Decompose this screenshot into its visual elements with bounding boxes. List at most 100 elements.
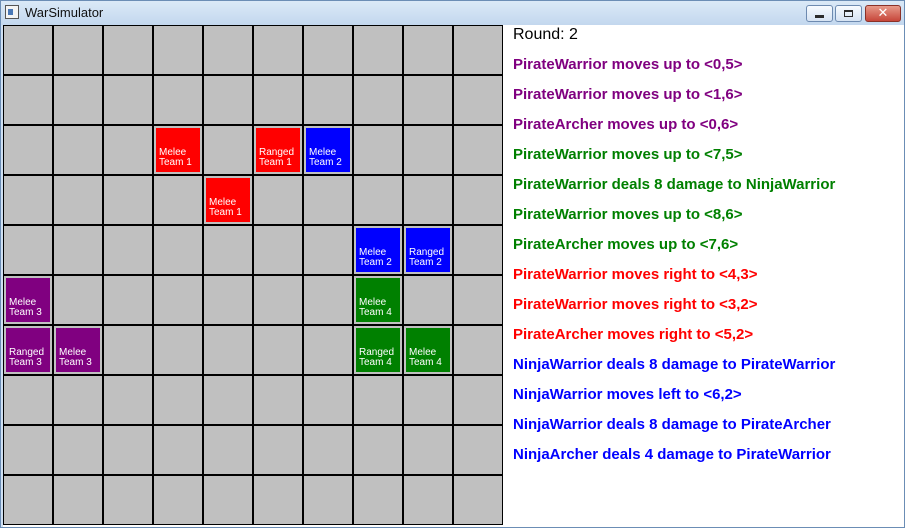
board-cell[interactable]	[154, 26, 202, 74]
board-cell[interactable]	[204, 476, 252, 524]
board-cell[interactable]	[54, 176, 102, 224]
minimize-button[interactable]	[806, 5, 833, 22]
board-cell[interactable]	[454, 376, 502, 424]
board-cell[interactable]	[104, 426, 152, 474]
board-cell[interactable]	[354, 426, 402, 474]
board-cell[interactable]	[54, 376, 102, 424]
board-cell[interactable]	[454, 226, 502, 274]
board-cell[interactable]	[204, 226, 252, 274]
board-cell[interactable]	[304, 476, 352, 524]
board-cell[interactable]	[354, 376, 402, 424]
board-cell[interactable]	[254, 76, 302, 124]
board-cell[interactable]	[4, 376, 52, 424]
board-cell[interactable]	[204, 276, 252, 324]
unit-tile[interactable]: Melee Team 2	[356, 228, 400, 272]
board-cell[interactable]	[404, 276, 452, 324]
board-cell[interactable]	[154, 76, 202, 124]
board-cell[interactable]	[254, 26, 302, 74]
board-cell[interactable]	[304, 426, 352, 474]
board-cell[interactable]	[304, 326, 352, 374]
board-cell[interactable]	[104, 326, 152, 374]
board-cell[interactable]	[4, 76, 52, 124]
board-cell[interactable]	[454, 176, 502, 224]
board-cell[interactable]	[154, 476, 202, 524]
board-cell[interactable]	[54, 476, 102, 524]
maximize-button[interactable]	[835, 5, 862, 22]
board-cell[interactable]	[54, 76, 102, 124]
board-cell[interactable]	[4, 476, 52, 524]
board-cell[interactable]	[4, 26, 52, 74]
board-cell[interactable]	[154, 326, 202, 374]
board-cell[interactable]	[104, 226, 152, 274]
board-cell[interactable]	[354, 476, 402, 524]
board-cell[interactable]	[404, 476, 452, 524]
board-cell[interactable]	[104, 476, 152, 524]
board-cell[interactable]	[304, 226, 352, 274]
board-cell[interactable]	[154, 426, 202, 474]
board-cell[interactable]	[154, 176, 202, 224]
app-icon[interactable]	[5, 5, 19, 19]
board-cell[interactable]	[454, 26, 502, 74]
board-cell[interactable]	[254, 276, 302, 324]
board-cell[interactable]	[454, 76, 502, 124]
board-cell[interactable]	[204, 426, 252, 474]
board-cell[interactable]	[404, 376, 452, 424]
board-cell[interactable]	[454, 476, 502, 524]
board-cell[interactable]	[454, 276, 502, 324]
board-cell[interactable]	[354, 26, 402, 74]
board-cell[interactable]	[354, 176, 402, 224]
board-cell[interactable]	[154, 376, 202, 424]
unit-tile[interactable]: Melee Team 1	[156, 128, 200, 172]
board-cell[interactable]	[54, 26, 102, 74]
board-cell[interactable]	[454, 326, 502, 374]
board-cell[interactable]	[404, 76, 452, 124]
unit-tile[interactable]: Melee Team 1	[206, 178, 250, 222]
unit-tile[interactable]: Melee Team 2	[306, 128, 350, 172]
board-cell[interactable]	[104, 26, 152, 74]
close-button[interactable]: ✕	[865, 5, 901, 22]
board-cell[interactable]	[254, 476, 302, 524]
board-cell[interactable]	[4, 126, 52, 174]
board-cell[interactable]	[104, 276, 152, 324]
board-cell[interactable]	[354, 126, 402, 174]
board-cell[interactable]	[404, 26, 452, 74]
unit-tile[interactable]: Ranged Team 4	[356, 328, 400, 372]
board-cell[interactable]	[4, 176, 52, 224]
board-cell[interactable]	[4, 426, 52, 474]
board-cell[interactable]	[254, 376, 302, 424]
board-cell[interactable]	[104, 126, 152, 174]
board-cell[interactable]	[204, 326, 252, 374]
unit-tile[interactable]: Melee Team 4	[356, 278, 400, 322]
board-cell[interactable]	[204, 26, 252, 74]
board-cell[interactable]	[304, 76, 352, 124]
board-cell[interactable]	[404, 176, 452, 224]
board-cell[interactable]	[104, 76, 152, 124]
board-cell[interactable]	[54, 426, 102, 474]
board-cell[interactable]	[304, 376, 352, 424]
board-cell[interactable]	[254, 176, 302, 224]
board-cell[interactable]	[254, 226, 302, 274]
unit-tile[interactable]: Ranged Team 3	[6, 328, 50, 372]
board-cell[interactable]	[254, 426, 302, 474]
unit-tile[interactable]: Ranged Team 2	[406, 228, 450, 272]
board-cell[interactable]	[154, 276, 202, 324]
title-bar[interactable]: WarSimulator ✕	[1, 1, 904, 25]
board-cell[interactable]	[404, 126, 452, 174]
board-cell[interactable]	[304, 26, 352, 74]
board-cell[interactable]	[304, 276, 352, 324]
board-cell[interactable]	[254, 326, 302, 374]
board-cell[interactable]	[104, 376, 152, 424]
board-cell[interactable]	[54, 276, 102, 324]
board-cell[interactable]	[404, 426, 452, 474]
board-cell[interactable]	[204, 126, 252, 174]
board-cell[interactable]	[204, 76, 252, 124]
board-cell[interactable]	[54, 226, 102, 274]
board-cell[interactable]	[304, 176, 352, 224]
board-cell[interactable]	[104, 176, 152, 224]
unit-tile[interactable]: Melee Team 3	[56, 328, 100, 372]
board-cell[interactable]	[454, 126, 502, 174]
board-cell[interactable]	[454, 426, 502, 474]
board-cell[interactable]	[4, 226, 52, 274]
board-cell[interactable]	[154, 226, 202, 274]
board-cell[interactable]	[54, 126, 102, 174]
